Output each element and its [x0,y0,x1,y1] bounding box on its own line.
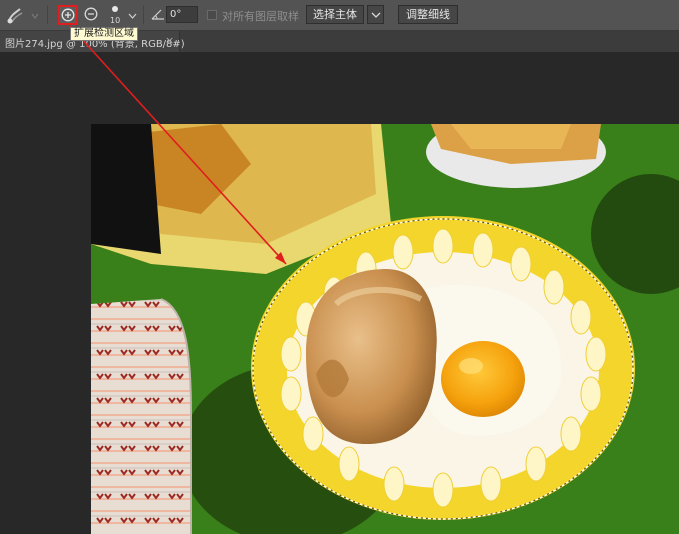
sample-all-layers-checkbox[interactable] [207,10,217,20]
subtract-from-selection-button[interactable] [82,5,102,25]
canvas-area[interactable] [0,52,679,534]
brush-picker-caret-icon[interactable] [128,10,137,19]
select-subject-dropdown[interactable] [367,5,384,24]
sample-all-layers-label: 对所有图层取样 [222,10,299,23]
tool-preset-caret-icon[interactable] [31,10,39,19]
brush-preview-dot[interactable] [112,6,118,12]
tooltip: 扩展检测区域 [70,27,138,41]
add-to-selection-button[interactable] [58,5,78,25]
chevron-down-icon [371,12,381,18]
circle-plus-icon [61,8,75,22]
refine-edge-button[interactable]: 调整细线 [398,5,458,24]
breakfast-photo [91,124,679,534]
angle-icon [151,8,165,20]
angle-input[interactable]: 0° [166,6,198,23]
separator [143,6,144,24]
circle-minus-icon [84,7,98,21]
close-icon[interactable]: × [165,34,174,47]
options-bar: 10 0° 对所有图层取样 选择主体 调整细线 扩展检测区域 [0,0,679,41]
select-subject-button[interactable]: 选择主体 [306,5,364,24]
separator [47,6,48,24]
brush-size-value: 10 [110,16,121,25]
quick-selection-brush-icon[interactable] [6,5,26,25]
document-image[interactable] [91,124,679,534]
